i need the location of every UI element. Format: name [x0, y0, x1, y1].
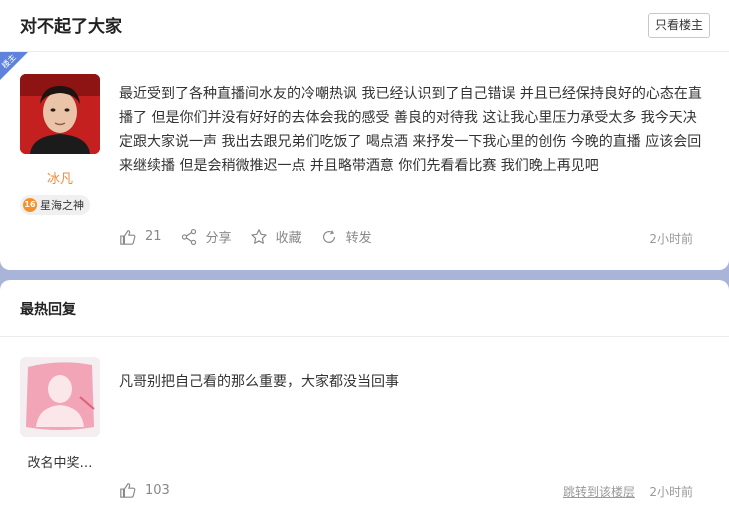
like-button[interactable]: 21	[119, 228, 162, 246]
thread-card: 对不起了大家 只看楼主 楼主 冰凡 16 星海之神 最近受到了各种直播间水友的冷…	[0, 0, 729, 270]
author-name[interactable]: 冰凡	[20, 168, 100, 187]
thread-header: 对不起了大家 只看楼主	[0, 0, 729, 52]
hot-replies-title: 最热回复	[20, 302, 76, 318]
reply-avatar[interactable]	[20, 357, 100, 437]
reply-like-count: 103	[145, 482, 170, 498]
favorite-button[interactable]: 收藏	[250, 227, 302, 246]
reply-time: 2小时前	[649, 485, 693, 499]
star-icon	[250, 228, 267, 244]
like-count: 21	[145, 229, 162, 244]
reply-like-button[interactable]: 103	[119, 481, 170, 499]
favorite-label: 收藏	[275, 231, 302, 246]
reply-body: 凡哥别把自己看的那么重要，大家都没当回事	[119, 374, 399, 390]
repost-label: 转发	[345, 231, 372, 246]
reply-author-name[interactable]: 改名中奖…	[20, 452, 100, 471]
post-body: 最近受到了各种直播间水友的冷嘲热讽 我已经认识到了自己错误 并且已经保持良好的心…	[119, 86, 702, 174]
repost-icon	[322, 229, 335, 243]
share-label: 分享	[205, 231, 232, 246]
avatar[interactable]	[20, 74, 100, 154]
op-only-button[interactable]: 只看楼主	[647, 13, 710, 38]
share-icon	[181, 228, 196, 245]
badge-label: 星海之神	[40, 199, 84, 212]
page-title: 对不起了大家	[20, 17, 122, 37]
jump-to-floor-link[interactable]: 跳转到该楼层	[563, 483, 635, 500]
hot-replies-header: 最热回复	[0, 280, 729, 337]
repost-button[interactable]: 转发	[320, 227, 372, 246]
share-button[interactable]: 分享	[180, 227, 232, 246]
level-badge: 16 星海之神	[20, 195, 90, 215]
hot-replies-card: 最热回复 改名中奖… 凡哥别把自己看的那么重要，大家都没当回事 103 跳转到该…	[0, 280, 729, 514]
thumbs-up-icon	[120, 229, 136, 245]
post-time: 2小时前	[649, 232, 693, 246]
level-number: 16	[23, 198, 37, 212]
post-actions: 21 分享 收藏 转发	[119, 227, 390, 246]
thumbs-up-icon	[120, 483, 136, 498]
